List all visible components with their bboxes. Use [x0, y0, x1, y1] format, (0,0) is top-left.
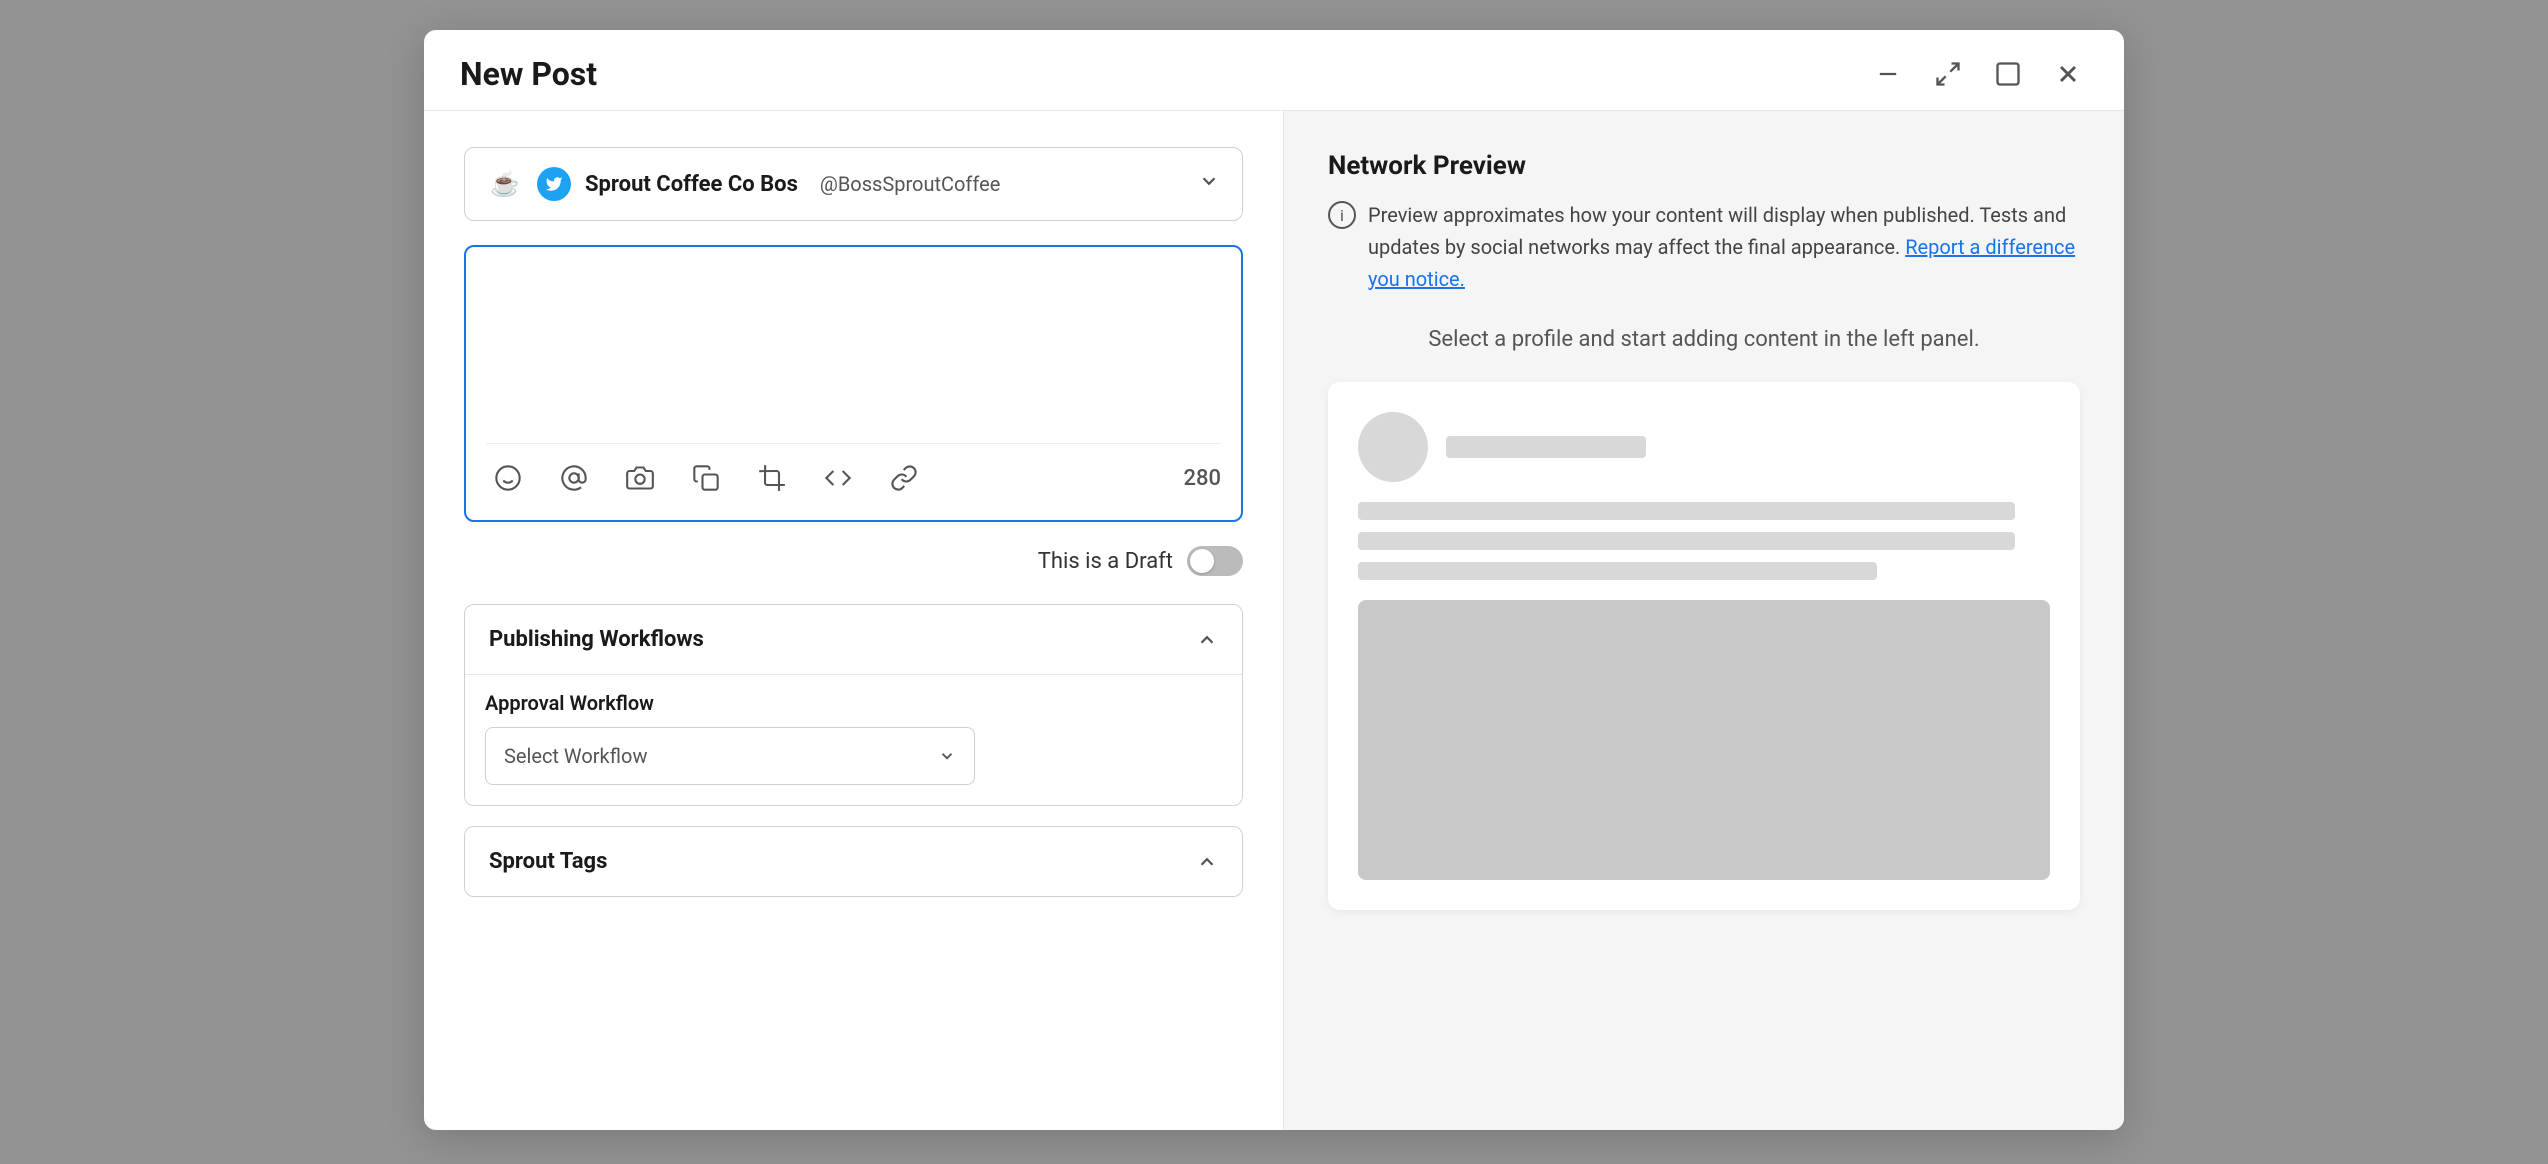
expand-icon	[1934, 60, 1962, 88]
workflows-chevron-up-icon	[1196, 629, 1218, 651]
publishing-workflows-section: Publishing Workflows Approval Workflow S…	[464, 604, 1243, 806]
coffee-icon: ☕	[487, 166, 523, 202]
media-button[interactable]	[618, 456, 662, 500]
at-icon	[560, 464, 588, 492]
skeleton-line-2	[1358, 532, 2015, 550]
compose-toolbar: 280	[486, 443, 1221, 500]
new-post-modal: New Post	[424, 30, 2124, 1130]
link-button[interactable]	[882, 456, 926, 500]
maximize-icon	[1994, 60, 2022, 88]
modal-title: New Post	[460, 55, 597, 93]
publishing-workflows-title: Publishing Workflows	[489, 627, 704, 652]
compose-textarea[interactable]	[486, 267, 1221, 427]
preview-avatar	[1358, 412, 1428, 482]
workflow-chevron-down-icon	[938, 747, 956, 765]
profile-handle: @BossSproutCoffee	[820, 172, 1000, 196]
compose-area: 280	[464, 245, 1243, 522]
preview-image-skeleton	[1358, 600, 2050, 880]
link-icon	[890, 464, 918, 492]
sprout-tags-title: Sprout Tags	[489, 849, 607, 874]
camera-icon	[626, 464, 654, 492]
draft-row: This is a Draft	[464, 546, 1243, 576]
tags-chevron-up-icon	[1196, 851, 1218, 873]
profile-name: Sprout Coffee Co Bos	[585, 172, 798, 197]
profile-info: ☕ Sprout Coffee Co Bos @BossSproutCoffee	[487, 166, 1000, 202]
close-icon	[2054, 60, 2082, 88]
preview-name-skeleton	[1446, 436, 1646, 458]
twitter-icon	[537, 167, 571, 201]
publishing-workflows-header[interactable]: Publishing Workflows	[465, 605, 1242, 674]
profile-selector[interactable]: ☕ Sprout Coffee Co Bos @BossSproutCoffee	[464, 147, 1243, 221]
modal-overlay: New Post	[0, 0, 2548, 1164]
skeleton-line-1	[1358, 502, 2015, 520]
draft-toggle[interactable]	[1187, 546, 1243, 576]
close-button[interactable]	[2048, 54, 2088, 94]
emoji-icon	[494, 464, 522, 492]
code-button[interactable]	[816, 456, 860, 500]
crop-icon	[758, 464, 786, 492]
emoji-button[interactable]	[486, 456, 530, 500]
code-icon	[824, 464, 852, 492]
draft-label: This is a Draft	[1038, 549, 1173, 574]
left-panel: ☕ Sprout Coffee Co Bos @BossSproutCoffee	[424, 111, 1284, 1130]
toolbar-icons	[486, 456, 926, 500]
copy-icon	[692, 464, 720, 492]
sprout-tags-header[interactable]: Sprout Tags	[465, 827, 1242, 896]
maximize-button[interactable]	[1988, 54, 2028, 94]
modal-header: New Post	[424, 30, 2124, 111]
crop-button[interactable]	[750, 456, 794, 500]
preview-notice: i Preview approximates how your content …	[1328, 199, 2080, 295]
preview-content-skeletons	[1358, 502, 2050, 580]
publishing-workflows-body: Approval Workflow Select Workflow	[465, 674, 1242, 805]
approval-workflow-label: Approval Workflow	[485, 691, 1222, 715]
preview-title: Network Preview	[1328, 151, 2080, 181]
workflow-select-text: Select Workflow	[504, 744, 647, 768]
info-icon: i	[1328, 201, 1356, 229]
minimize-icon	[1874, 60, 1902, 88]
right-panel: Network Preview i Preview approximates h…	[1284, 111, 2124, 1130]
char-count: 280	[1183, 466, 1221, 491]
modal-body: ☕ Sprout Coffee Co Bos @BossSproutCoffee	[424, 111, 2124, 1130]
preview-placeholder-text: Select a profile and start adding conten…	[1328, 327, 2080, 352]
preview-card	[1328, 382, 2080, 910]
modal-header-actions	[1868, 54, 2088, 94]
skeleton-line-3	[1358, 562, 1877, 580]
profile-chevron-down-icon	[1198, 170, 1220, 198]
mention-button[interactable]	[552, 456, 596, 500]
copy-button[interactable]	[684, 456, 728, 500]
workflow-select[interactable]: Select Workflow	[485, 727, 975, 785]
sprout-tags-section: Sprout Tags	[464, 826, 1243, 897]
preview-notice-text: Preview approximates how your content wi…	[1368, 199, 2080, 295]
expand-button[interactable]	[1928, 54, 1968, 94]
preview-profile-row	[1358, 412, 2050, 482]
minimize-button[interactable]	[1868, 54, 1908, 94]
